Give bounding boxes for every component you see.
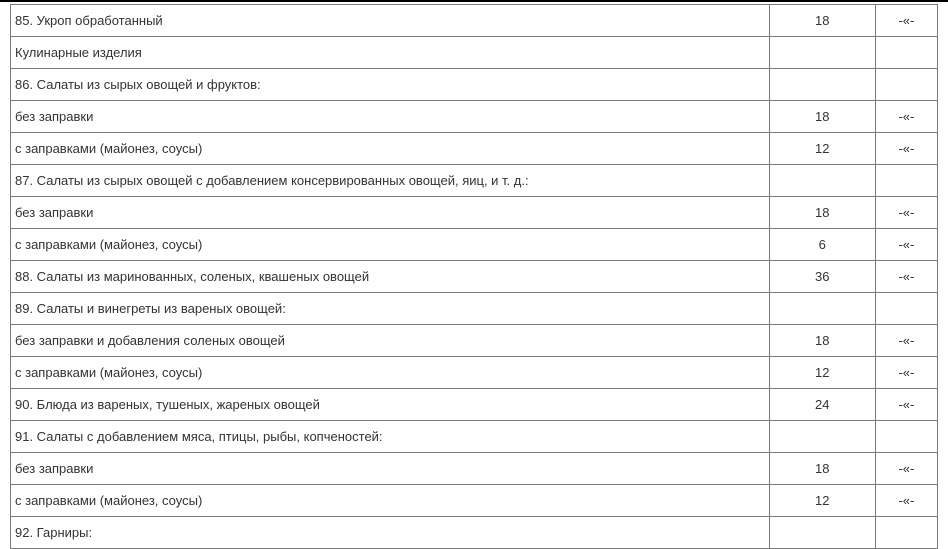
cell-unit: -«-: [875, 485, 937, 517]
cell-hours: 12: [769, 133, 875, 165]
cell-hours: 18: [769, 197, 875, 229]
table-row: 88. Салаты из маринованных, соленых, ква…: [11, 261, 938, 293]
cell-unit: -«-: [875, 261, 937, 293]
document-page: 85. Укроп обработанный 18 -«- Кулинарные…: [0, 0, 948, 549]
table-row: с заправками (майонез, соусы) 12 -«-: [11, 133, 938, 165]
cell-name: Кулинарные изделия: [11, 37, 770, 69]
cell-hours: [769, 165, 875, 197]
cell-name: 90. Блюда из вареных, тушеных, жареных о…: [11, 389, 770, 421]
cell-hours: [769, 293, 875, 325]
cell-unit: -«-: [875, 133, 937, 165]
cell-name: 89. Салаты и винегреты из вареных овощей…: [11, 293, 770, 325]
cell-name: 85. Укроп обработанный: [11, 5, 770, 37]
table-row: с заправками (майонез, соусы) 12 -«-: [11, 485, 938, 517]
cell-hours: 36: [769, 261, 875, 293]
cell-unit: -«-: [875, 389, 937, 421]
cell-hours: [769, 37, 875, 69]
cell-unit: [875, 293, 937, 325]
cell-unit: -«-: [875, 101, 937, 133]
table-row: 92. Гарниры:: [11, 517, 938, 549]
table-row: 85. Укроп обработанный 18 -«-: [11, 5, 938, 37]
cell-name: 92. Гарниры:: [11, 517, 770, 549]
table-row: с заправками (майонез, соусы) 6 -«-: [11, 229, 938, 261]
cell-hours: 6: [769, 229, 875, 261]
cell-name: с заправками (майонез, соусы): [11, 357, 770, 389]
table-row: без заправки 18 -«-: [11, 197, 938, 229]
table-row: с заправками (майонез, соусы) 12 -«-: [11, 357, 938, 389]
cell-unit: [875, 517, 937, 549]
cell-hours: 12: [769, 357, 875, 389]
table-row: 89. Салаты и винегреты из вареных овощей…: [11, 293, 938, 325]
cell-name: 91. Салаты с добавлением мяса, птицы, ры…: [11, 421, 770, 453]
cell-unit: -«-: [875, 453, 937, 485]
cell-unit: -«-: [875, 325, 937, 357]
cell-unit: [875, 421, 937, 453]
cell-hours: 18: [769, 325, 875, 357]
cell-name: 86. Салаты из сырых овощей и фруктов:: [11, 69, 770, 101]
table-row: 87. Салаты из сырых овощей с добавлением…: [11, 165, 938, 197]
cell-hours: 24: [769, 389, 875, 421]
cell-name: без заправки: [11, 453, 770, 485]
cell-unit: -«-: [875, 229, 937, 261]
cell-hours: 12: [769, 485, 875, 517]
table-row: 90. Блюда из вареных, тушеных, жареных о…: [11, 389, 938, 421]
cell-unit: [875, 69, 937, 101]
cell-name: с заправками (майонез, соусы): [11, 485, 770, 517]
cell-name: с заправками (майонез, соусы): [11, 229, 770, 261]
cell-hours: [769, 517, 875, 549]
cell-name: без заправки: [11, 101, 770, 133]
cell-name: без заправки и добавления соленых овощей: [11, 325, 770, 357]
cell-unit: -«-: [875, 357, 937, 389]
table-row: без заправки и добавления соленых овощей…: [11, 325, 938, 357]
cell-hours: [769, 421, 875, 453]
table-row: Кулинарные изделия: [11, 37, 938, 69]
table-row: 86. Салаты из сырых овощей и фруктов:: [11, 69, 938, 101]
cell-name: с заправками (майонез, соусы): [11, 133, 770, 165]
cell-hours: 18: [769, 453, 875, 485]
table-row: 91. Салаты с добавлением мяса, птицы, ры…: [11, 421, 938, 453]
table-row: без заправки 18 -«-: [11, 101, 938, 133]
cell-unit: [875, 37, 937, 69]
cell-hours: 18: [769, 101, 875, 133]
cell-hours: [769, 69, 875, 101]
cell-unit: -«-: [875, 197, 937, 229]
cell-unit: [875, 165, 937, 197]
cell-unit: -«-: [875, 5, 937, 37]
table-row: без заправки 18 -«-: [11, 453, 938, 485]
shelf-life-table: 85. Укроп обработанный 18 -«- Кулинарные…: [10, 4, 938, 549]
cell-name: без заправки: [11, 197, 770, 229]
cell-hours: 18: [769, 5, 875, 37]
cell-name: 88. Салаты из маринованных, соленых, ква…: [11, 261, 770, 293]
cell-name: 87. Салаты из сырых овощей с добавлением…: [11, 165, 770, 197]
